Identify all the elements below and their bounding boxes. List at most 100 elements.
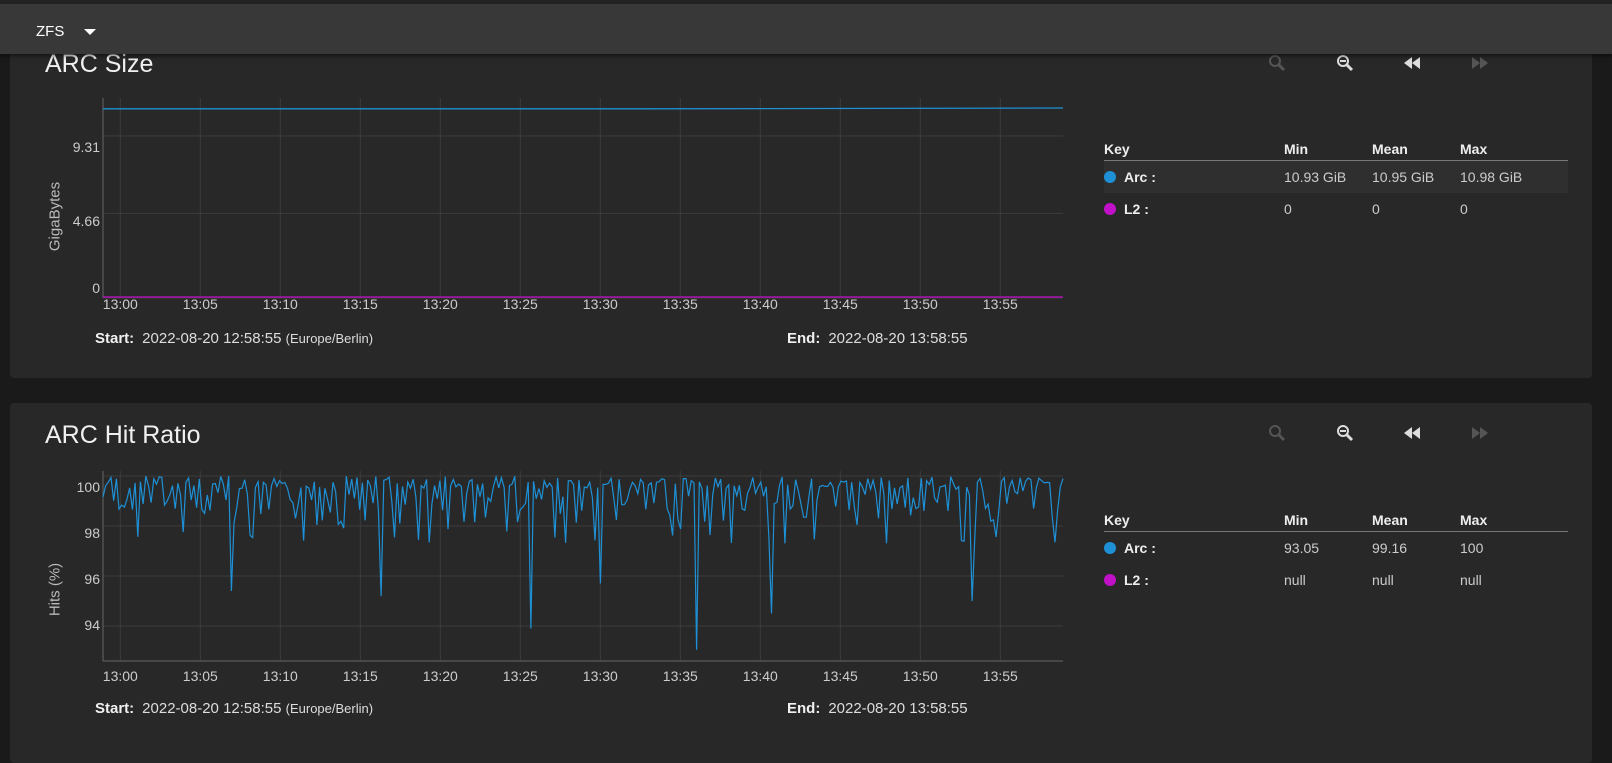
end-time: End: 2022-08-20 13:58:55 xyxy=(787,330,968,347)
legend-min-header: Min xyxy=(1284,512,1309,528)
start-value: 2022-08-20 12:58:55 xyxy=(142,330,282,347)
legend-mean-header: Mean xyxy=(1372,512,1408,528)
step-forward-button[interactable] xyxy=(1465,421,1495,445)
zoom-in-button[interactable] xyxy=(1262,421,1292,445)
legend-series-name: Arc : xyxy=(1124,169,1156,185)
step-back-button[interactable] xyxy=(1397,421,1427,445)
x-tick: 13:45 xyxy=(822,296,858,312)
zoom-in-button[interactable] xyxy=(1262,51,1292,75)
arc-size-plot xyxy=(102,98,1064,299)
legend: Key Min Mean Max Arc : 10.93 GiB 10.95 G… xyxy=(1104,138,1568,225)
legend-mean-header: Mean xyxy=(1372,141,1408,157)
x-tick: 13:55 xyxy=(982,296,1018,312)
legend-row-l2[interactable]: L2 : null null null xyxy=(1104,564,1568,596)
legend-mean-value: 10.95 GiB xyxy=(1372,169,1435,185)
end-value: 2022-08-20 13:58:55 xyxy=(828,330,968,347)
legend-series-name: Arc : xyxy=(1124,540,1156,556)
end-label: End: xyxy=(787,700,821,717)
zoom-out-button[interactable] xyxy=(1330,421,1360,445)
timezone: (Europe/Berlin) xyxy=(285,701,374,716)
end-label: End: xyxy=(787,330,821,347)
fast-forward-icon xyxy=(1472,427,1488,439)
chart-title: ARC Size xyxy=(45,50,154,78)
y-tick: 100 xyxy=(76,479,100,495)
series-color-dot xyxy=(1104,542,1116,554)
legend-min-value: 93.05 xyxy=(1284,540,1320,556)
legend-header: Key Min Mean Max xyxy=(1104,138,1568,161)
start-value: 2022-08-20 12:58:55 xyxy=(142,700,282,717)
x-tick: 13:35 xyxy=(662,668,698,684)
series-color-dot xyxy=(1104,574,1116,586)
legend-series-name: L2 : xyxy=(1124,572,1149,588)
arc-hit-ratio-plot xyxy=(102,471,1064,662)
series-line-arc xyxy=(103,107,1064,110)
legend-min-value: 10.93 GiB xyxy=(1284,169,1347,185)
start-time: Start: 2022-08-20 12:58:55 (Europe/Berlin… xyxy=(95,700,373,717)
legend-row-l2[interactable]: L2 : 0 0 0 xyxy=(1104,193,1568,225)
chart-title: ARC Hit Ratio xyxy=(45,421,201,449)
legend-min-header: Min xyxy=(1284,141,1309,157)
legend-row-arc[interactable]: Arc : 93.05 99.16 100 xyxy=(1104,532,1568,564)
legend-max-header: Max xyxy=(1460,141,1488,157)
x-tick: 13:30 xyxy=(582,668,618,684)
y-tick: 0 xyxy=(92,280,100,296)
x-tick: 13:50 xyxy=(902,668,938,684)
y-tick: 4.66 xyxy=(72,213,100,229)
x-tick: 13:25 xyxy=(502,296,538,312)
x-tick: 13:45 xyxy=(822,668,858,684)
zoom-in-icon xyxy=(1269,55,1286,72)
rewind-icon xyxy=(1404,427,1420,439)
end-time: End: 2022-08-20 13:58:55 xyxy=(787,700,968,717)
legend-mean-value: 0 xyxy=(1372,201,1380,217)
x-tick: 13:55 xyxy=(982,668,1018,684)
step-forward-button[interactable] xyxy=(1465,51,1495,75)
x-tick: 13:00 xyxy=(102,668,138,684)
zoom-out-icon xyxy=(1337,55,1354,72)
x-tick: 13:15 xyxy=(342,296,378,312)
series-line-arc xyxy=(102,474,1064,650)
legend-max-value: 0 xyxy=(1460,201,1468,217)
x-tick: 13:35 xyxy=(662,296,698,312)
legend-mean-value: null xyxy=(1372,572,1394,588)
x-tick: 13:05 xyxy=(182,668,218,684)
start-label: Start: xyxy=(95,700,135,717)
x-tick: 13:10 xyxy=(262,296,298,312)
series-color-dot xyxy=(1104,171,1116,183)
x-tick: 13:00 xyxy=(102,296,138,312)
legend-row-arc[interactable]: Arc : 10.93 GiB 10.95 GiB 10.98 GiB xyxy=(1104,161,1568,193)
x-tick: 13:20 xyxy=(422,296,458,312)
zoom-out-button[interactable] xyxy=(1330,51,1360,75)
x-tick: 13:40 xyxy=(742,296,778,312)
start-time: Start: 2022-08-20 12:58:55 (Europe/Berlin… xyxy=(95,330,373,347)
x-tick: 13:05 xyxy=(182,296,218,312)
legend-max-value: 10.98 GiB xyxy=(1460,169,1523,185)
timezone: (Europe/Berlin) xyxy=(285,331,374,346)
legend-max-value: null xyxy=(1460,572,1482,588)
x-tick: 13:50 xyxy=(902,296,938,312)
y-tick: 98 xyxy=(84,525,100,541)
legend-min-value: null xyxy=(1284,572,1306,588)
legend-mean-value: 99.16 xyxy=(1372,540,1408,556)
legend-key-header: Key xyxy=(1104,512,1130,528)
report-type-select[interactable]: ZFS xyxy=(36,23,97,40)
legend-min-value: 0 xyxy=(1284,201,1292,217)
legend-series-name: L2 : xyxy=(1124,201,1149,217)
series-color-dot xyxy=(1104,203,1116,215)
x-tick: 13:40 xyxy=(742,668,778,684)
x-tick: 13:15 xyxy=(342,668,378,684)
fast-forward-icon xyxy=(1472,57,1488,69)
legend-key-header: Key xyxy=(1104,141,1130,157)
legend-header: Key Min Mean Max xyxy=(1104,509,1568,532)
end-value: 2022-08-20 13:58:55 xyxy=(828,700,968,717)
legend-max-value: 100 xyxy=(1460,540,1484,556)
step-back-button[interactable] xyxy=(1397,51,1427,75)
x-tick: 13:20 xyxy=(422,668,458,684)
start-label: Start: xyxy=(95,330,135,347)
arc-size-card: ARC Size GigaBytes 9.31 4.66 0 13:00 13:0… xyxy=(10,30,1592,378)
zoom-in-icon xyxy=(1269,425,1286,442)
y-tick: 94 xyxy=(84,617,100,633)
y-tick: 96 xyxy=(84,571,100,587)
arc-hit-ratio-card: ARC Hit Ratio Hits (%) 100 98 96 94 13:0… xyxy=(10,403,1592,763)
x-tick: 13:10 xyxy=(262,668,298,684)
zoom-out-icon xyxy=(1337,425,1354,442)
